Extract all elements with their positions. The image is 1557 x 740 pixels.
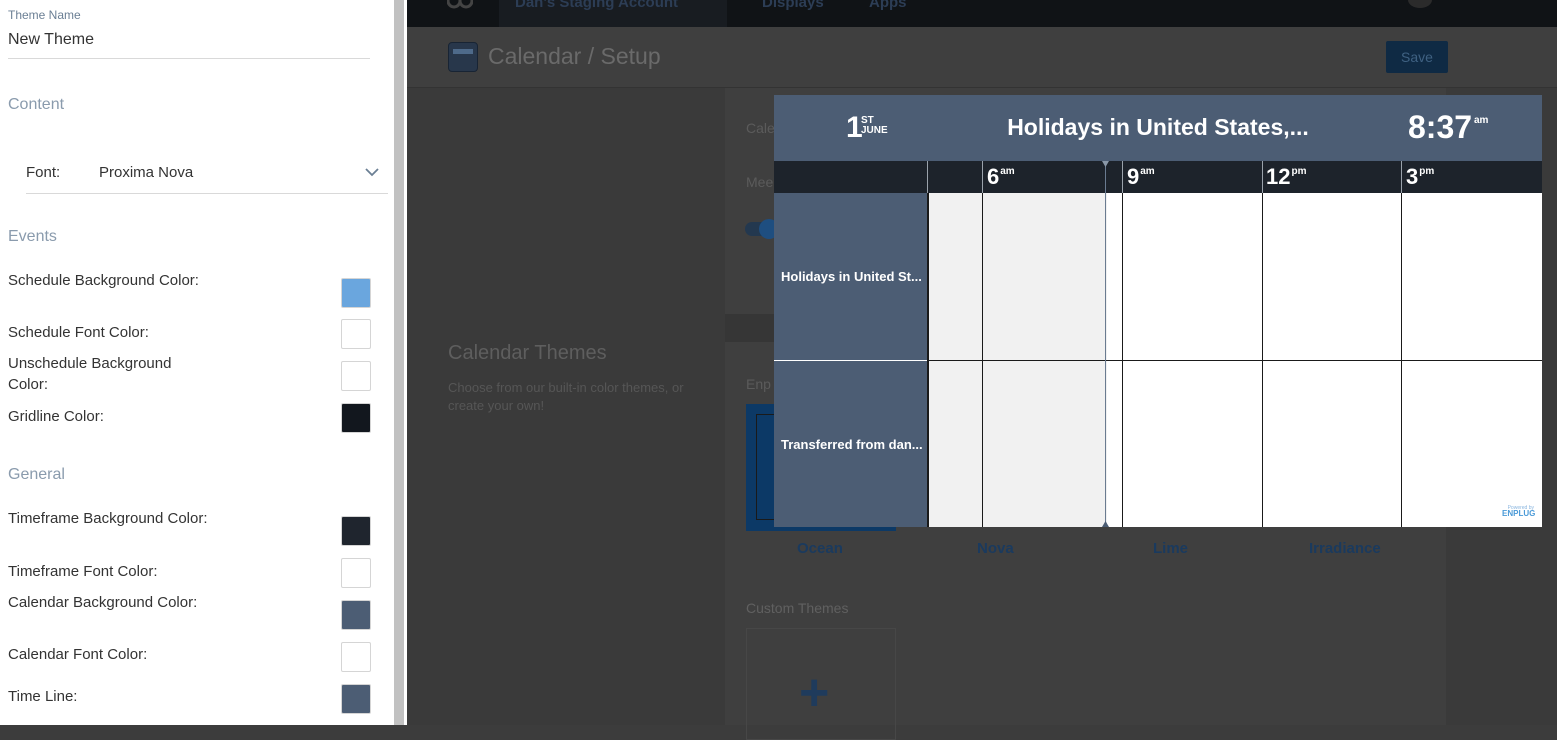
account-name[interactable]: Dan's Staging Account [515,0,678,11]
meeting-toggle[interactable] [745,219,779,239]
timeframe-font-color-label: Timeframe Font Color: [8,563,158,580]
general-section-title: General [8,466,65,483]
preview-row-header: Holidays in United St... [774,193,927,360]
content-section-title: Content [8,96,65,113]
font-select[interactable]: Proxima Nova [99,164,193,181]
time-line-top-marker-icon [1102,161,1109,167]
preview-clock: 8:37 [1408,109,1473,145]
timebar-tick-9am [1122,161,1123,193]
schedule-bg-color-label: Schedule Background Color: [8,272,199,289]
theme-nova[interactable]: Nova [977,540,1014,557]
font-label: Font: [26,164,61,181]
hour-label-12pm: 12pm [1266,164,1307,189]
time-line-color-label: Time Line: [8,688,78,705]
theme-name-label: Theme Name [8,8,81,22]
avatar[interactable] [1408,0,1432,8]
chevron-down-icon[interactable] [364,166,380,178]
mee-label-fragment: Mee [746,174,774,190]
theme-editor-panel: Theme Name New Theme Content Font: Proxi… [0,0,392,725]
schedule-font-color-label: Schedule Font Color: [8,324,149,341]
time-line-color-swatch[interactable] [341,684,371,714]
font-underline [26,193,388,194]
calendar-app-icon [448,42,478,72]
powered-by-badge: Powered by ENPLUG [1502,505,1536,518]
calendar-font-color-swatch[interactable] [341,642,371,672]
calendar-themes-title: Calendar Themes [448,342,607,364]
panel-scrollbar[interactable] [392,0,407,725]
timebar-tick-12pm [1262,161,1263,193]
top-nav-bar: Dan's Staging Account Displays Apps [407,0,1557,27]
preview-time-line [1105,161,1106,527]
theme-lime[interactable]: Lime [1153,540,1188,557]
save-button[interactable]: Save [1386,41,1448,73]
cale-label-fragment: Cale [746,120,775,136]
calendar-bg-color-swatch[interactable] [341,600,371,630]
theme-name-input[interactable]: New Theme [8,31,94,49]
events-section-title: Events [8,228,57,245]
calendar-themes-description: Choose from our built-in color themes, o… [448,380,684,413]
page-header: Calendar / Setup Save [407,27,1557,88]
hour-label-9am: 9am [1127,164,1155,189]
brand-logo: ENPLUG [1502,509,1536,518]
preview-clock-ampm: am [1474,115,1489,126]
theme-ocean[interactable]: Ocean [797,540,843,557]
scrollbar-thumb[interactable] [394,0,404,725]
enplug-themes-fragment: Enp [746,376,771,392]
displays-menu[interactable]: Displays [762,0,824,11]
preview-timeframe-bar: 6am 9am 12pm 3pm [774,161,1542,193]
custom-themes-label: Custom Themes [746,600,849,616]
gridline-color-swatch[interactable] [341,403,371,433]
hour-label-6am: 6am [987,164,1015,189]
preview-row-label: Transferred from dan... [781,437,923,452]
schedule-font-color-swatch[interactable] [341,319,371,349]
unschedule-bg-color-swatch[interactable] [341,361,371,391]
preview-header: 1 ST JUNE Holidays in United States,... … [774,95,1542,161]
timebar-divider [927,161,928,193]
timeframe-font-color-swatch[interactable] [341,558,371,588]
add-custom-theme-button[interactable]: + [746,628,896,740]
schedule-bg-color-swatch[interactable] [341,278,371,308]
plus-icon: + [799,664,830,722]
timeframe-bg-color-label: Timeframe Background Color: [8,510,208,527]
preview-row-label: Holidays in United St... [781,269,922,284]
apps-menu[interactable]: Apps [869,0,907,11]
theme-name-underline [8,58,370,59]
theme-irradiance[interactable]: Irradiance [1309,540,1381,557]
gridline-horizontal [927,360,1542,361]
app-logo-icon[interactable] [447,0,473,12]
calendar-preview: 1 ST JUNE Holidays in United States,... … [774,95,1542,527]
gridline-color-label: Gridline Color: [8,408,104,425]
calendar-font-color-label: Calendar Font Color: [8,646,148,663]
time-line-bottom-marker-icon [1102,521,1109,527]
hour-label-3pm: 3pm [1406,164,1435,189]
page-title: Calendar / Setup [488,43,661,69]
unschedule-bg-color-label: Unschedule Background Color: [8,355,172,393]
calendar-bg-color-label: Calendar Background Color: [8,594,198,611]
timeframe-bg-color-swatch[interactable] [341,516,371,546]
preview-row-header: Transferred from dan... [774,361,927,527]
timebar-tick-6am [982,161,983,193]
timebar-tick-3pm [1401,161,1402,193]
